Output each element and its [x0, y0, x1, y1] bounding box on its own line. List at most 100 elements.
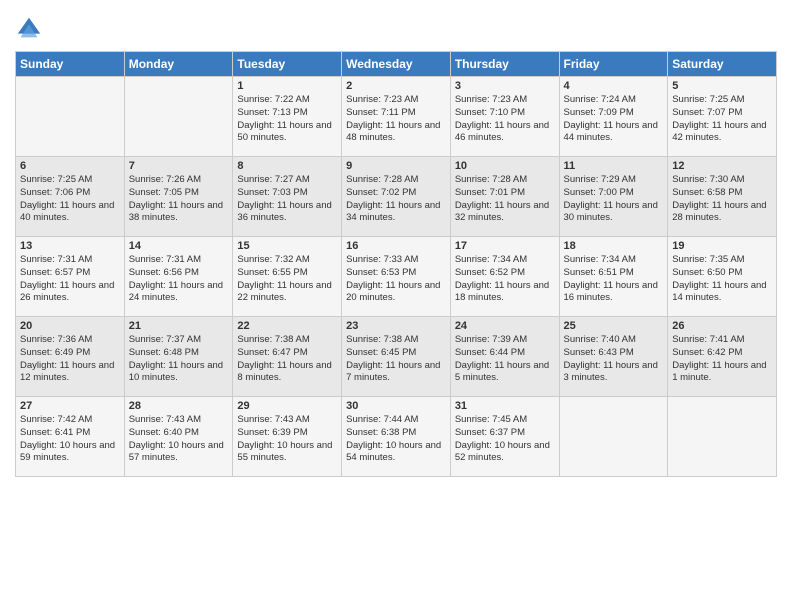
calendar-cell: 27 Sunrise: 7:42 AM Sunset: 6:41 PM Dayli… — [16, 397, 125, 477]
day-number: 15 — [237, 240, 337, 252]
day-number: 19 — [672, 240, 772, 252]
day-number: 10 — [455, 160, 555, 172]
day-number: 3 — [455, 80, 555, 92]
week-row-2: 6 Sunrise: 7:25 AM Sunset: 7:06 PM Daylig… — [16, 157, 777, 237]
calendar-cell: 11Sunrise: 7:29 AM Sunset: 7:00 PM Dayli… — [559, 157, 668, 237]
calendar-cell: 22Sunrise: 7:38 AM Sunset: 6:47 PM Dayli… — [233, 317, 342, 397]
calendar-cell: 16 Sunrise: 7:33 AM Sunset: 6:53 PM Dayli… — [342, 237, 451, 317]
day-info: Sunrise: 7:39 AM Sunset: 6:44 PM Dayligh… — [455, 334, 555, 385]
calendar-cell: 24 Sunrise: 7:39 AM Sunset: 6:44 PM Dayli… — [450, 317, 559, 397]
day-number: 16 — [346, 240, 446, 252]
day-number: 14 — [129, 240, 229, 252]
day-number: 4 — [564, 80, 664, 92]
day-number: 21 — [129, 320, 229, 332]
col-header-monday: Monday — [124, 52, 233, 77]
calendar-cell: 9 Sunrise: 7:28 AM Sunset: 7:02 PM Daylig… — [342, 157, 451, 237]
day-number: 27 — [20, 400, 120, 412]
day-number: 28 — [129, 400, 229, 412]
day-info: Sunrise: 7:28 AM Sunset: 7:02 PM Dayligh… — [346, 174, 446, 225]
day-info: Sunrise: 7:36 AM Sunset: 6:49 PM Dayligh… — [20, 334, 120, 385]
day-info: Sunrise: 7:33 AM Sunset: 6:53 PM Dayligh… — [346, 254, 446, 305]
calendar-cell: 4 Sunrise: 7:24 AM Sunset: 7:09 PM Daylig… — [559, 77, 668, 157]
day-info: Sunrise: 7:23 AM Sunset: 7:11 PM Dayligh… — [346, 94, 446, 145]
day-info: Sunrise: 7:42 AM Sunset: 6:41 PM Dayligh… — [20, 414, 120, 465]
calendar-cell: 17 Sunrise: 7:34 AM Sunset: 6:52 PM Dayli… — [450, 237, 559, 317]
calendar-cell — [668, 397, 777, 477]
col-header-sunday: Sunday — [16, 52, 125, 77]
week-row-4: 20 Sunrise: 7:36 AM Sunset: 6:49 PM Dayli… — [16, 317, 777, 397]
day-info: Sunrise: 7:25 AM Sunset: 7:06 PM Dayligh… — [20, 174, 120, 225]
day-info: Sunrise: 7:37 AM Sunset: 6:48 PM Dayligh… — [129, 334, 229, 385]
calendar-cell: 19 Sunrise: 7:35 AM Sunset: 6:50 PM Dayli… — [668, 237, 777, 317]
day-number: 30 — [346, 400, 446, 412]
day-info: Sunrise: 7:29 AM Sunset: 7:00 PM Dayligh… — [564, 174, 664, 225]
col-header-saturday: Saturday — [668, 52, 777, 77]
calendar-cell: 1Sunrise: 7:22 AM Sunset: 7:13 PM Daylig… — [233, 77, 342, 157]
calendar-cell: 6 Sunrise: 7:25 AM Sunset: 7:06 PM Daylig… — [16, 157, 125, 237]
page-header — [15, 10, 777, 43]
day-number: 25 — [564, 320, 664, 332]
day-number: 20 — [20, 320, 120, 332]
day-info: Sunrise: 7:41 AM Sunset: 6:42 PM Dayligh… — [672, 334, 772, 385]
calendar-cell: 13 Sunrise: 7:31 AM Sunset: 6:57 PM Dayli… — [16, 237, 125, 317]
day-number: 13 — [20, 240, 120, 252]
calendar-cell: 29Sunrise: 7:43 AM Sunset: 6:39 PM Dayli… — [233, 397, 342, 477]
calendar-cell: 28 Sunrise: 7:43 AM Sunset: 6:40 PM Dayli… — [124, 397, 233, 477]
calendar-header: SundayMondayTuesdayWednesdayThursdayFrid… — [16, 52, 777, 77]
calendar-cell: 25Sunrise: 7:40 AM Sunset: 6:43 PM Dayli… — [559, 317, 668, 397]
calendar-cell: 26 Sunrise: 7:41 AM Sunset: 6:42 PM Dayli… — [668, 317, 777, 397]
col-header-wednesday: Wednesday — [342, 52, 451, 77]
calendar-cell: 30 Sunrise: 7:44 AM Sunset: 6:38 PM Dayli… — [342, 397, 451, 477]
day-info: Sunrise: 7:45 AM Sunset: 6:37 PM Dayligh… — [455, 414, 555, 465]
day-number: 22 — [237, 320, 337, 332]
calendar-cell — [124, 77, 233, 157]
col-header-thursday: Thursday — [450, 52, 559, 77]
day-number: 5 — [672, 80, 772, 92]
logo — [15, 15, 45, 43]
day-info: Sunrise: 7:43 AM Sunset: 6:40 PM Dayligh… — [129, 414, 229, 465]
calendar-cell: 12Sunrise: 7:30 AM Sunset: 6:58 PM Dayli… — [668, 157, 777, 237]
day-info: Sunrise: 7:30 AM Sunset: 6:58 PM Dayligh… — [672, 174, 772, 225]
day-number: 24 — [455, 320, 555, 332]
col-header-friday: Friday — [559, 52, 668, 77]
day-info: Sunrise: 7:24 AM Sunset: 7:09 PM Dayligh… — [564, 94, 664, 145]
day-number: 1 — [237, 80, 337, 92]
day-info: Sunrise: 7:34 AM Sunset: 6:51 PM Dayligh… — [564, 254, 664, 305]
day-info: Sunrise: 7:31 AM Sunset: 6:57 PM Dayligh… — [20, 254, 120, 305]
day-number: 7 — [129, 160, 229, 172]
day-info: Sunrise: 7:25 AM Sunset: 7:07 PM Dayligh… — [672, 94, 772, 145]
day-info: Sunrise: 7:35 AM Sunset: 6:50 PM Dayligh… — [672, 254, 772, 305]
day-info: Sunrise: 7:38 AM Sunset: 6:45 PM Dayligh… — [346, 334, 446, 385]
calendar-table: SundayMondayTuesdayWednesdayThursdayFrid… — [15, 51, 777, 477]
calendar-cell: 5 Sunrise: 7:25 AM Sunset: 7:07 PM Daylig… — [668, 77, 777, 157]
calendar-cell: 15 Sunrise: 7:32 AM Sunset: 6:55 PM Dayli… — [233, 237, 342, 317]
day-info: Sunrise: 7:26 AM Sunset: 7:05 PM Dayligh… — [129, 174, 229, 225]
calendar-cell — [559, 397, 668, 477]
week-row-3: 13 Sunrise: 7:31 AM Sunset: 6:57 PM Dayli… — [16, 237, 777, 317]
calendar-cell: 23Sunrise: 7:38 AM Sunset: 6:45 PM Dayli… — [342, 317, 451, 397]
day-number: 26 — [672, 320, 772, 332]
day-number: 9 — [346, 160, 446, 172]
day-info: Sunrise: 7:32 AM Sunset: 6:55 PM Dayligh… — [237, 254, 337, 305]
day-number: 17 — [455, 240, 555, 252]
day-info: Sunrise: 7:44 AM Sunset: 6:38 PM Dayligh… — [346, 414, 446, 465]
day-number: 29 — [237, 400, 337, 412]
calendar-cell: 21 Sunrise: 7:37 AM Sunset: 6:48 PM Dayli… — [124, 317, 233, 397]
calendar-cell: 3Sunrise: 7:23 AM Sunset: 7:10 PM Daylig… — [450, 77, 559, 157]
day-info: Sunrise: 7:28 AM Sunset: 7:01 PM Dayligh… — [455, 174, 555, 225]
calendar-cell: 10 Sunrise: 7:28 AM Sunset: 7:01 PM Dayli… — [450, 157, 559, 237]
col-header-tuesday: Tuesday — [233, 52, 342, 77]
day-number: 8 — [237, 160, 337, 172]
calendar-cell — [16, 77, 125, 157]
calendar-cell: 18 Sunrise: 7:34 AM Sunset: 6:51 PM Dayli… — [559, 237, 668, 317]
day-number: 31 — [455, 400, 555, 412]
calendar-cell: 2 Sunrise: 7:23 AM Sunset: 7:11 PM Daylig… — [342, 77, 451, 157]
day-number: 18 — [564, 240, 664, 252]
week-row-5: 27 Sunrise: 7:42 AM Sunset: 6:41 PM Dayli… — [16, 397, 777, 477]
day-info: Sunrise: 7:31 AM Sunset: 6:56 PM Dayligh… — [129, 254, 229, 305]
day-number: 6 — [20, 160, 120, 172]
day-number: 2 — [346, 80, 446, 92]
calendar-cell: 20 Sunrise: 7:36 AM Sunset: 6:49 PM Dayli… — [16, 317, 125, 397]
calendar-cell: 14 Sunrise: 7:31 AM Sunset: 6:56 PM Dayli… — [124, 237, 233, 317]
day-info: Sunrise: 7:34 AM Sunset: 6:52 PM Dayligh… — [455, 254, 555, 305]
